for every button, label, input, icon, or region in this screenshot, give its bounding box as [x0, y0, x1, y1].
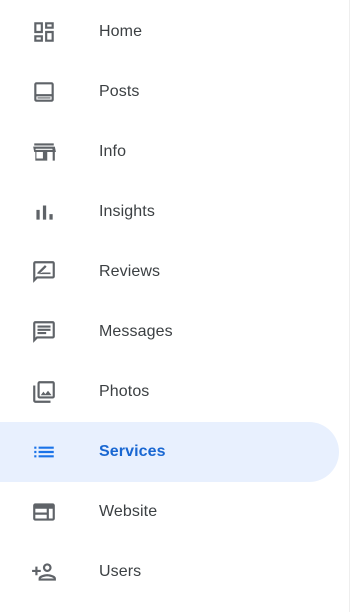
bar-chart-icon: [31, 199, 57, 225]
dashboard-icon: [31, 19, 57, 45]
posts-icon: [31, 79, 57, 105]
sidebar-item-label: Website: [99, 503, 158, 520]
sidebar-item-label: Home: [99, 23, 143, 40]
sidebar-item-label: Reviews: [99, 263, 161, 280]
sidebar-item-label: Insights: [99, 203, 155, 220]
sidebar-item-photos[interactable]: Photos: [0, 362, 339, 422]
storefront-icon: [31, 139, 57, 165]
sidebar-item-reviews[interactable]: Reviews: [0, 242, 339, 302]
web-icon: [31, 499, 57, 525]
sidebar-item-users[interactable]: Users: [0, 542, 339, 602]
sidebar-item-home[interactable]: Home: [0, 2, 339, 62]
sidebar-item-posts[interactable]: Posts: [0, 62, 339, 122]
sidebar-item-label: Photos: [99, 383, 150, 400]
sidebar-item-label: Info: [99, 143, 127, 160]
sidebar-item-label: Users: [99, 563, 142, 580]
sidebar-item-website[interactable]: Website: [0, 482, 339, 542]
photo-library-icon: [31, 379, 57, 405]
sidebar-item-label: Services: [99, 443, 166, 460]
sidebar-nav: Home Posts Info Insights Reviews Message…: [0, 0, 350, 612]
sidebar-item-services[interactable]: Services: [0, 422, 339, 482]
person-add-icon: [31, 559, 57, 585]
sidebar-item-label: Posts: [99, 83, 140, 100]
sidebar-item-insights[interactable]: Insights: [0, 182, 339, 242]
sidebar-item-label: Messages: [99, 323, 173, 340]
chat-icon: [31, 319, 57, 345]
sidebar-item-messages[interactable]: Messages: [0, 302, 339, 362]
list-icon: [31, 439, 57, 465]
sidebar-item-info[interactable]: Info: [0, 122, 339, 182]
rate-review-icon: [31, 259, 57, 285]
